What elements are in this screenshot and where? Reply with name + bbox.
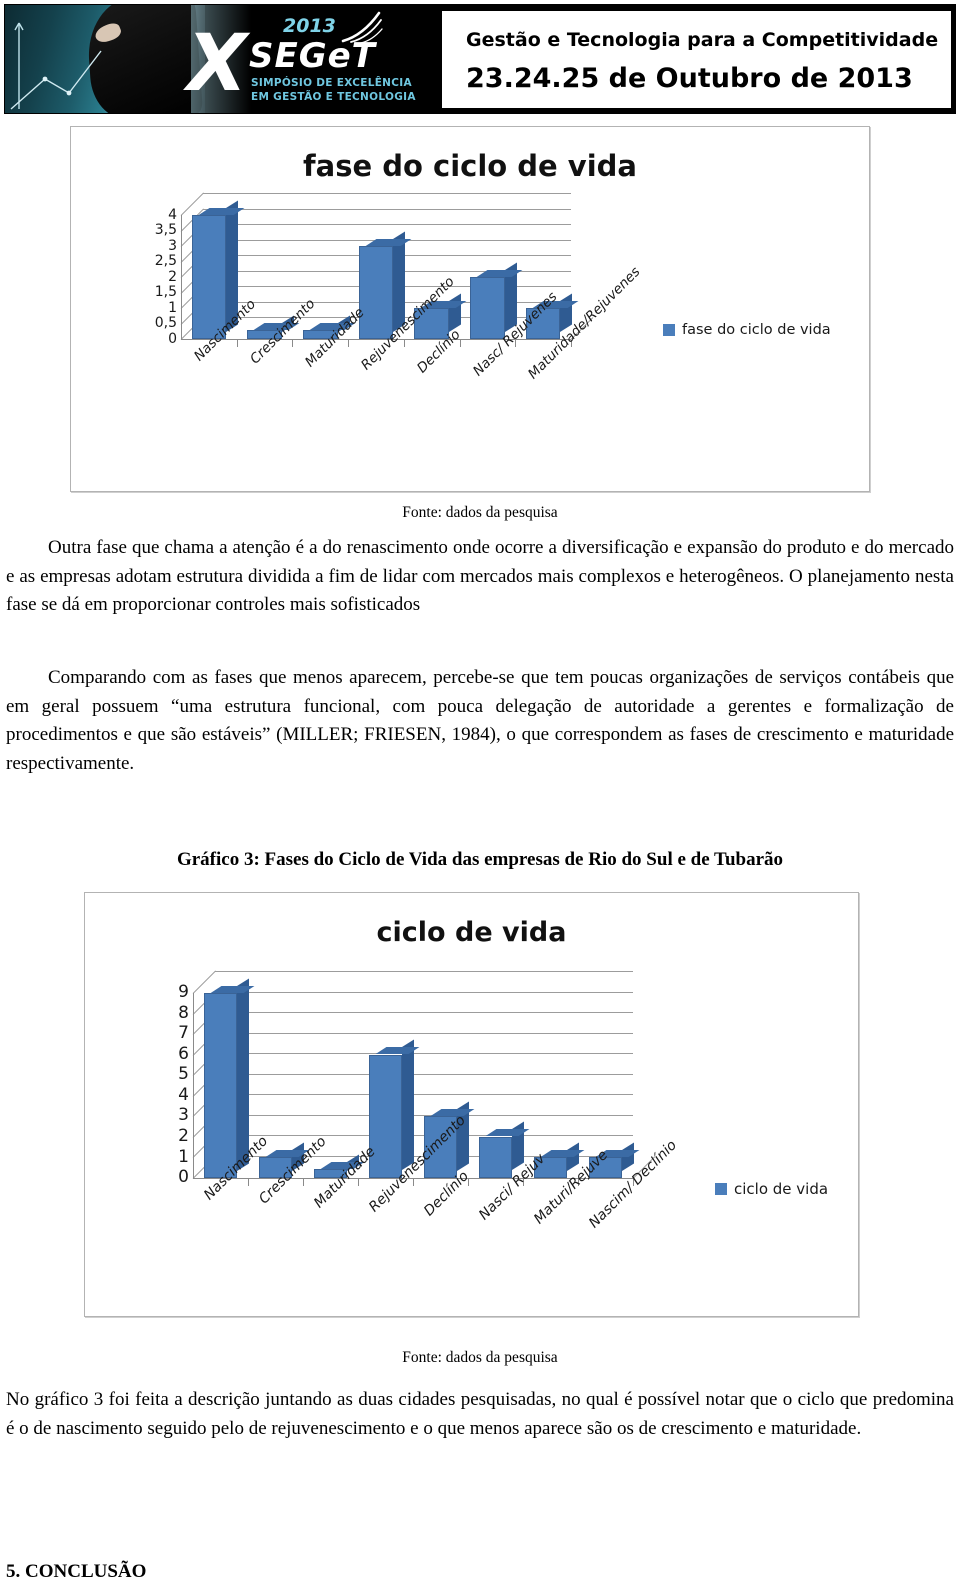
chart-1-legend-swatch — [663, 324, 675, 336]
bar — [479, 993, 530, 1178]
bar-side-face — [448, 293, 461, 332]
y-tick-label: 8 — [178, 1002, 189, 1023]
bar-front-face — [479, 1136, 512, 1178]
chart-2-container: ciclo de vida 0123456789 Nascimento Cresc… — [84, 892, 859, 1317]
logo-acronym: SEGeT — [249, 36, 376, 76]
paragraph-3: No gráfico 3 foi feita a descrição junta… — [6, 1389, 954, 1439]
banner-photo — [5, 5, 205, 113]
y-tick-label: 3 — [178, 1105, 189, 1126]
chart-2-x-axis-labels: Nascimento Crescimento Maturidade Rejuvenes… — [193, 1112, 680, 1308]
logo-subtitle-line1: SIMPÓSIO DE EXCELÊNCIA — [251, 77, 412, 89]
y-tick-label: 2 — [168, 268, 177, 285]
y-tick-label: 5 — [178, 1064, 189, 1085]
chart-1-container: fase do ciclo de vida 0 0,5 1 1,5 2 2,5 3 3,5 4 … — [70, 126, 870, 492]
y-tick-label: 6 — [178, 1043, 189, 1064]
gridline — [203, 208, 571, 210]
chart-1-title: fase do ciclo de vida — [303, 149, 637, 183]
bar-front-face — [358, 246, 394, 339]
y-tick-label: 2 — [178, 1126, 189, 1147]
y-tick-label: 0 — [178, 1167, 189, 1188]
logo-year: 2013 — [283, 15, 336, 37]
banner-title-panel: Gestão e Tecnologia para a Competitivida… — [442, 11, 951, 108]
logo-x-mark: X — [187, 19, 247, 109]
fonte-caption-2: Fonte: dados da pesquisa — [402, 1349, 558, 1366]
event-header-banner: X 2013 SEGeT SIMPÓSIO DE EXCELÊNCIA EM G… — [4, 4, 956, 114]
chart-1-x-axis-labels: Nascimento Crescimento Maturidade Rejuvenes… — [181, 264, 644, 469]
y-tick-label: 9 — [178, 982, 189, 1003]
bar-side-face — [237, 978, 249, 1171]
chart-2-caption: Gráfico 3: Fases do Ciclo de Vida das em… — [176, 849, 784, 870]
bar-front-face — [191, 215, 227, 339]
banner-growth-arrow-icon — [10, 22, 102, 110]
chart-2-legend: ciclo de vida — [715, 1180, 828, 1198]
conclusion-heading: 5. CONCLUSÃO — [6, 1561, 147, 1582]
bar — [247, 215, 300, 339]
bar — [303, 215, 355, 339]
bar — [589, 993, 640, 1178]
y-tick-label: 1,5 — [154, 284, 177, 301]
bar-side-face — [402, 1039, 414, 1171]
y-tick-label: 2,5 — [154, 253, 177, 270]
y-tick-label: 0,5 — [154, 315, 177, 332]
bar — [470, 215, 523, 339]
chart-2-title: ciclo de vida — [376, 917, 567, 948]
y-tick-label: 7 — [178, 1023, 189, 1044]
bar-front-face — [204, 993, 237, 1178]
gridline — [215, 971, 633, 972]
gridline — [203, 193, 571, 194]
chart-1-legend: fase do ciclo de vida — [663, 322, 831, 338]
y-tick-label: 1 — [168, 299, 177, 316]
y-tick-label: 4 — [168, 206, 177, 223]
y-tick-label: 0 — [168, 330, 177, 347]
bar-front-face — [470, 277, 505, 339]
paragraph-1: Outra fase que chama a atenção é a do re… — [6, 537, 954, 615]
fonte-caption-1: Fonte: dados da pesquisa — [402, 504, 558, 521]
event-dates: 23.24.25 de Outubro de 2013 — [466, 63, 913, 94]
y-tick-label: 4 — [178, 1084, 189, 1105]
bar — [191, 200, 244, 339]
logo-subtitle-line2: EM GESTÃO E TECNOLOGIA — [251, 91, 416, 103]
bar — [204, 978, 255, 1178]
chart-1-y-axis-labels: 0 0,5 1 1,5 2 2,5 3 3,5 4 — [143, 208, 177, 346]
chart-2-legend-swatch — [715, 1183, 727, 1195]
bar — [358, 215, 411, 339]
chart-1-legend-label: fase do ciclo de vida — [682, 322, 831, 338]
event-theme-title: Gestão e Tecnologia para a Competitivida… — [466, 29, 939, 51]
paragraph-2: Comparando com as fases que menos aparec… — [6, 667, 954, 774]
y-tick-label: 1 — [178, 1146, 189, 1167]
seget-logo: X 2013 SEGeT SIMPÓSIO DE EXCELÊNCIA EM G… — [187, 11, 427, 111]
y-tick-label: 3 — [168, 237, 177, 254]
chart-2-y-axis-labels: 0123456789 — [167, 984, 189, 1186]
bar — [534, 993, 585, 1178]
chart-2-legend-label: ciclo de vida — [734, 1180, 829, 1198]
y-tick-label: 3,5 — [154, 222, 177, 239]
